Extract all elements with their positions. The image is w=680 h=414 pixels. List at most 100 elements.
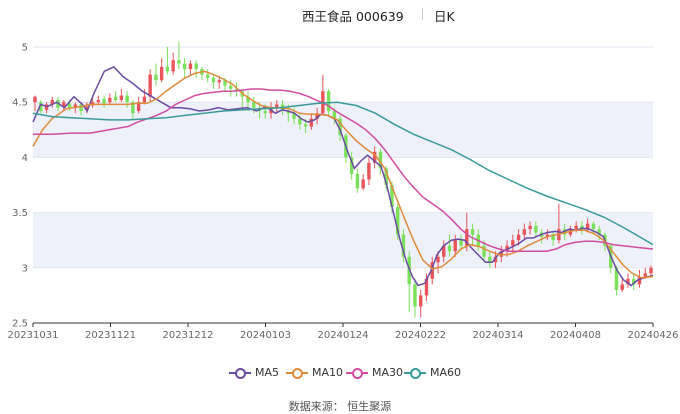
candles — [33, 41, 653, 318]
candle-body — [591, 223, 596, 230]
legend-label-ma60: MA60 — [430, 366, 462, 379]
candle-body — [522, 229, 527, 235]
candle-body — [361, 179, 365, 189]
grid-lines — [33, 46, 653, 324]
candle-body — [620, 284, 624, 290]
legend-item-ma5[interactable]: MA5 — [229, 366, 279, 379]
candle-body — [470, 229, 475, 235]
x-tick-label: 20231121 — [85, 330, 136, 341]
candle — [113, 91, 118, 103]
candle-body — [459, 240, 463, 246]
legend-item-ma60[interactable]: MA60 — [404, 366, 461, 379]
candle — [355, 168, 360, 193]
candle — [413, 278, 417, 318]
candle — [182, 58, 187, 78]
legend-item-ma30[interactable]: MA30 — [346, 366, 403, 379]
candle-body — [252, 102, 256, 108]
candle — [119, 88, 124, 103]
candle-body — [298, 118, 302, 125]
candle — [206, 69, 210, 83]
candle — [154, 63, 158, 86]
plot-band — [33, 102, 653, 158]
candle — [194, 60, 198, 78]
candle — [165, 47, 170, 75]
candle — [159, 58, 164, 83]
candle — [407, 251, 411, 312]
candle — [211, 74, 216, 89]
candle — [171, 52, 175, 75]
candle-body — [453, 240, 457, 252]
candle — [626, 273, 630, 288]
y-tick-label: 4 — [22, 153, 28, 164]
candle-body — [511, 240, 515, 246]
candle-body — [211, 77, 216, 83]
candle-body — [194, 63, 198, 70]
x-tick-label: 20240103 — [240, 330, 291, 341]
candle — [200, 66, 204, 81]
candle-body — [303, 124, 308, 127]
legend-label-ma10: MA10 — [312, 366, 344, 379]
candle-body — [355, 173, 360, 189]
candle-body — [96, 99, 101, 103]
candle-body — [188, 63, 193, 70]
candle-body — [165, 66, 170, 72]
x-tick-label: 20231212 — [163, 330, 214, 341]
candle-body — [171, 60, 175, 72]
candle-body — [154, 74, 158, 81]
candle — [188, 60, 193, 75]
candle-body — [113, 96, 118, 100]
x-tick-label: 20240426 — [628, 330, 679, 341]
legend-label-ma30: MA30 — [372, 366, 404, 379]
candle-body — [413, 284, 417, 307]
candle-body — [33, 96, 37, 103]
y-tick-label: 3 — [22, 263, 28, 274]
legend-item-ma10[interactable]: MA10 — [286, 366, 343, 379]
candle — [419, 289, 423, 318]
x-tick-label: 20240408 — [550, 330, 601, 341]
legend-marker-ma10 — [286, 367, 308, 379]
candle-body — [125, 95, 129, 103]
y-axis: 2.5 3 3.5 4 4.5 5 — [12, 43, 28, 330]
y-tick-label: 5 — [22, 43, 28, 54]
candle — [321, 74, 325, 116]
legend-marker-ma60 — [404, 367, 426, 379]
candle-body — [326, 91, 331, 112]
candle-body — [142, 96, 147, 103]
y-tick-label: 2.5 — [12, 319, 28, 330]
candle-body — [102, 98, 106, 104]
candle — [620, 278, 624, 293]
y-tick-label: 4.5 — [12, 98, 28, 109]
x-tick-label: 20231031 — [8, 330, 59, 341]
legend-marker-ma5 — [229, 367, 251, 379]
x-tick-label: 20240222 — [395, 330, 446, 341]
candle-body — [263, 111, 267, 114]
candle — [136, 96, 141, 114]
candle-body — [516, 234, 521, 241]
plot-band — [33, 212, 653, 268]
x-axis: 20231031 20231121 20231212 20240103 20240124… — [8, 322, 679, 341]
candle-body — [436, 256, 440, 263]
legend-label-ma5: MA5 — [255, 366, 280, 379]
candle-body — [574, 225, 578, 230]
x-tick-label: 20240314 — [473, 330, 524, 341]
candlestick-chart: 2.5 3 3.5 4 4.5 5 20231031 20231121 20231212 202… — [8, 41, 679, 341]
legend: MA5 MA10 MA30 MA60 — [0, 366, 680, 384]
candle-body — [419, 295, 423, 307]
candle-body — [177, 60, 181, 64]
candle-body — [488, 256, 492, 263]
candle-body — [206, 74, 210, 78]
y-tick-label: 3.5 — [12, 208, 28, 219]
candle-body — [528, 225, 532, 230]
legend-marker-ma30 — [346, 367, 368, 379]
candle-body — [159, 66, 164, 81]
candle-body — [217, 80, 221, 83]
candle-body — [119, 95, 124, 100]
candle-body — [447, 245, 452, 252]
candle — [361, 173, 365, 191]
data-source: 数据来源： 恒生聚源 — [288, 400, 392, 413]
candle-body — [643, 273, 647, 277]
candle-body — [649, 267, 653, 274]
candle-body — [367, 162, 371, 180]
candle-body — [229, 85, 233, 89]
candle-body — [108, 97, 112, 103]
